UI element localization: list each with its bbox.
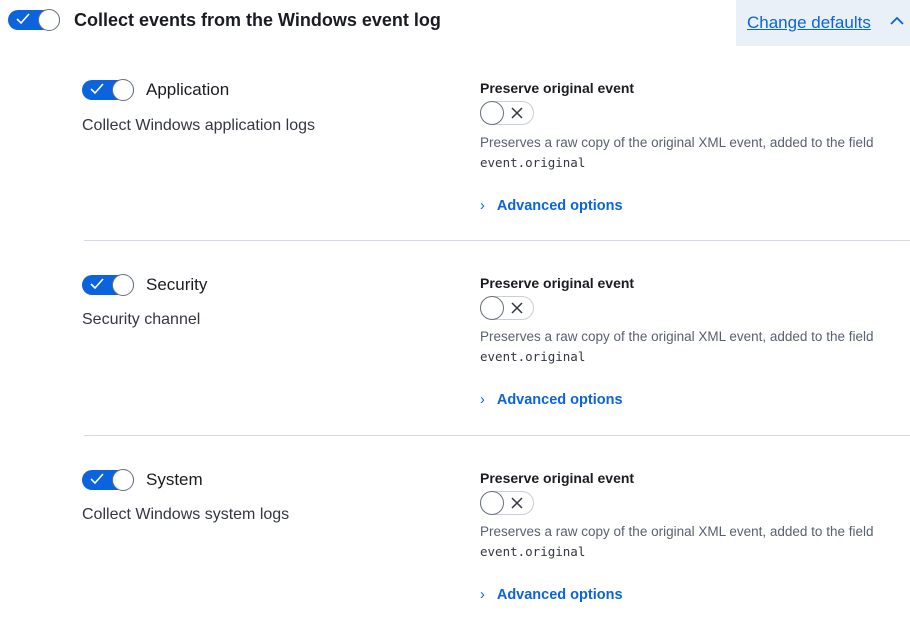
- system-toggle[interactable]: [82, 469, 134, 491]
- section-title: Collect events from the Windows event lo…: [74, 10, 441, 30]
- application-label: Application: [146, 80, 230, 99]
- field-name: event.original: [480, 544, 586, 559]
- help-text: Preserves a raw copy of the original XML…: [480, 135, 874, 150]
- chevron-right-icon: ›: [480, 198, 485, 214]
- help-text: Preserves a raw copy of the original XML…: [480, 329, 874, 344]
- preserve-original-toggle[interactable]: [480, 101, 534, 125]
- application-toggle[interactable]: [82, 79, 134, 101]
- toggle-knob: [480, 491, 504, 515]
- toggle-knob: [112, 469, 134, 491]
- preserve-original-toggle[interactable]: [480, 491, 534, 515]
- security-toggle[interactable]: [82, 274, 134, 296]
- check-icon: [90, 278, 104, 290]
- preserve-help-text: Preserves a raw copy of the original XML…: [480, 522, 910, 562]
- preserve-original-title: Preserve original event: [480, 470, 635, 486]
- preserve-help-text: Preserves a raw copy of the original XML…: [480, 327, 910, 367]
- preserve-help-text: Preserves a raw copy of the original XML…: [480, 133, 910, 173]
- toggle-knob: [480, 296, 504, 320]
- change-defaults-link[interactable]: Change defaults: [747, 13, 871, 33]
- check-icon: [90, 83, 104, 95]
- field-name: event.original: [480, 155, 586, 170]
- change-defaults-panel: Change defaults: [736, 0, 910, 46]
- security-description: Security channel: [82, 311, 201, 328]
- help-text: Preserves a raw copy of the original XML…: [480, 524, 874, 539]
- chevron-up-icon[interactable]: [890, 16, 904, 26]
- toggle-knob: [38, 9, 60, 31]
- advanced-options-label: Advanced options: [496, 587, 623, 603]
- preserve-original-toggle[interactable]: [480, 296, 534, 320]
- toggle-knob: [112, 274, 134, 296]
- toggle-knob: [480, 101, 504, 125]
- advanced-options-link[interactable]: › Advanced options: [480, 392, 623, 408]
- advanced-options-link[interactable]: › Advanced options: [480, 587, 623, 603]
- close-icon: [511, 107, 523, 119]
- system-description: Collect Windows system logs: [82, 506, 290, 523]
- system-label: System: [146, 470, 203, 489]
- close-icon: [511, 302, 523, 314]
- field-name: event.original: [480, 349, 586, 364]
- close-icon: [511, 497, 523, 509]
- check-icon: [16, 13, 30, 25]
- advanced-options-link[interactable]: › Advanced options: [480, 198, 623, 214]
- chevron-right-icon: ›: [480, 392, 485, 408]
- advanced-options-label: Advanced options: [496, 392, 623, 408]
- divider: [84, 435, 910, 436]
- divider: [84, 240, 910, 241]
- chevron-right-icon: ›: [480, 587, 485, 603]
- check-icon: [90, 473, 104, 485]
- application-description: Collect Windows application logs: [82, 117, 315, 134]
- preserve-original-title: Preserve original event: [480, 80, 635, 96]
- advanced-options-label: Advanced options: [496, 198, 623, 214]
- collect-events-toggle[interactable]: [8, 9, 60, 31]
- security-label: Security: [146, 275, 208, 294]
- preserve-original-title: Preserve original event: [480, 275, 635, 291]
- toggle-knob: [112, 79, 134, 101]
